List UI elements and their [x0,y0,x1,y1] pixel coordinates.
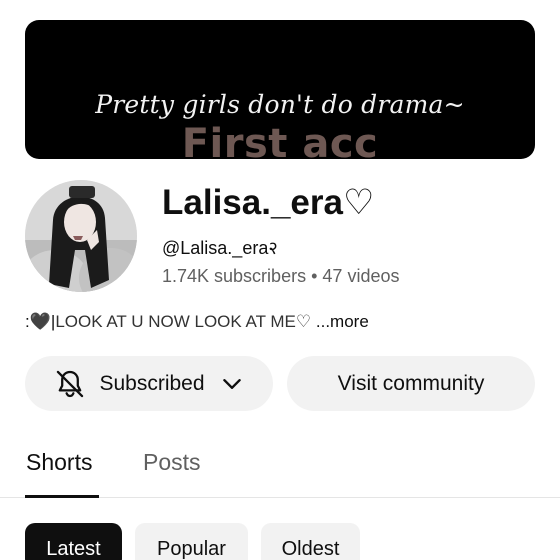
filter-chip-latest[interactable]: Latest [25,523,122,560]
selected-tab-indicator [25,495,99,498]
subscriber-count: 1.74K subscribers [162,266,307,286]
tab-posts[interactable]: Posts [143,449,201,476]
more-link[interactable]: ...more [316,312,369,331]
chevron-down-icon [222,378,241,389]
avatar-image [25,180,137,292]
bell-off-icon [57,370,84,397]
subscribed-label: Subscribed [99,371,205,395]
banner-tagline: Pretty girls don't do drama~ [95,90,465,119]
subscribed-button[interactable]: Subscribed [25,356,273,411]
visit-community-button[interactable]: Visit community [287,356,535,411]
channel-stats: 1.74K subscribers • 47 videos [162,266,399,287]
banner-title: First acc [181,121,379,159]
filter-chip-popular[interactable]: Popular [135,523,248,560]
tab-shorts[interactable]: Shorts [26,449,92,476]
filter-chip-oldest[interactable]: Oldest [261,523,360,560]
channel-name: Lalisa._era♡ [162,183,375,222]
description-prefix: :🖤| [25,312,56,331]
description-text: LOOK AT U NOW LOOK AT ME♡ [55,312,312,331]
channel-handle: @Lalisa._era२ [162,238,278,258]
video-count: 47 videos [322,266,400,286]
channel-avatar[interactable] [25,180,137,292]
stats-separator: • [311,266,318,286]
channel-description[interactable]: :🖤|LOOK AT U NOW LOOK AT ME♡ ...more [25,312,369,332]
channel-banner: Pretty girls don't do drama~ First acc [25,20,535,159]
visit-community-label: Visit community [337,371,485,395]
